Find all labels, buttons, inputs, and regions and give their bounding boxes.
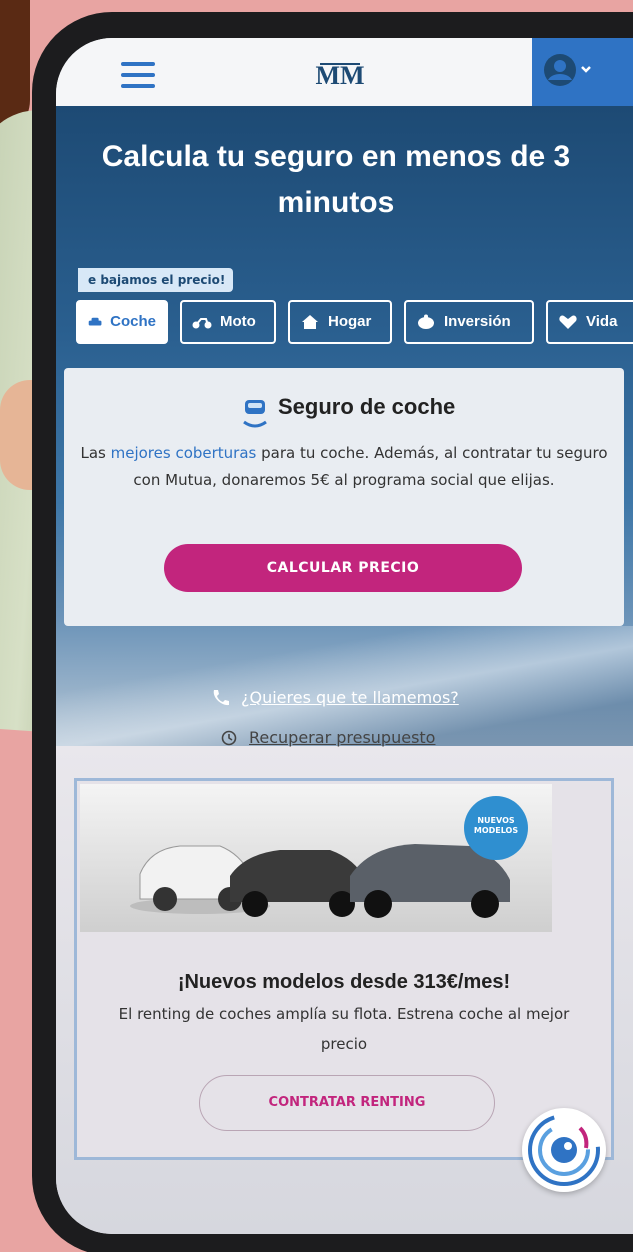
phone-screen: MM Calcula tu seguro en menos de 3 minut… bbox=[56, 38, 633, 1234]
heart-icon bbox=[559, 315, 577, 329]
top-header: MM bbox=[56, 38, 633, 106]
motorbike-icon bbox=[192, 318, 212, 329]
coverage-link[interactable]: mejores coberturas bbox=[111, 444, 257, 462]
car-icon bbox=[88, 317, 102, 326]
contract-renting-button[interactable]: CONTRATAR RENTING bbox=[199, 1075, 495, 1131]
svg-text:MM: MM bbox=[315, 61, 364, 90]
new-models-badge: NUEVOS MODELOS bbox=[464, 796, 528, 860]
tab-vida[interactable]: Vida bbox=[546, 300, 633, 344]
user-account-button[interactable] bbox=[532, 38, 633, 106]
tab-moto[interactable]: Moto bbox=[180, 300, 276, 344]
chat-assistant-icon bbox=[528, 1114, 600, 1186]
cars-image: NUEVOS MODELOS bbox=[80, 784, 552, 932]
promo-tag: e bajamos el precio! bbox=[78, 268, 234, 292]
page-title: Calcula tu seguro en menos de 3 minutos bbox=[101, 140, 571, 219]
recover-quote-link[interactable]: Recuperar presupuesto bbox=[249, 728, 435, 747]
renting-title: ¡Nuevos modelos desde 313€/mes! bbox=[177, 971, 511, 993]
renting-description: El renting de coches amplía su flota. Es… bbox=[118, 1005, 570, 1053]
card-description: Las mejores coberturas para tu coche. Ad… bbox=[80, 444, 608, 489]
hamburger-menu-icon[interactable] bbox=[121, 62, 155, 88]
chat-assistant-button[interactable] bbox=[522, 1108, 606, 1192]
call-me-row: ¿Quieres que te llamemos? bbox=[211, 688, 459, 707]
tab-coche[interactable]: Coche bbox=[76, 300, 168, 344]
card-title: Seguro de coche bbox=[278, 394, 456, 419]
calculate-price-button[interactable]: CALCULAR PRECIO bbox=[164, 544, 522, 592]
call-me-link[interactable]: ¿Quieres que te llamemos? bbox=[241, 688, 459, 707]
phone-icon bbox=[213, 689, 229, 705]
history-icon bbox=[221, 730, 237, 745]
car-insurance-card: Seguro de coche Las mejores coberturas p… bbox=[64, 368, 624, 626]
tab-inversion[interactable]: Inversión bbox=[404, 300, 534, 344]
user-account-icon bbox=[544, 54, 591, 86]
tab-hogar[interactable]: Hogar bbox=[288, 300, 392, 344]
brand-logo[interactable]: MM bbox=[314, 58, 366, 92]
home-icon bbox=[302, 315, 318, 329]
recover-quote-row: Recuperar presupuesto bbox=[221, 728, 435, 747]
piggy-bank-icon bbox=[418, 314, 434, 329]
car-insurance-icon bbox=[243, 400, 267, 428]
renting-promo-card: NUEVOS MODELOS ¡Nuevos modelos desde 313… bbox=[74, 778, 614, 1160]
